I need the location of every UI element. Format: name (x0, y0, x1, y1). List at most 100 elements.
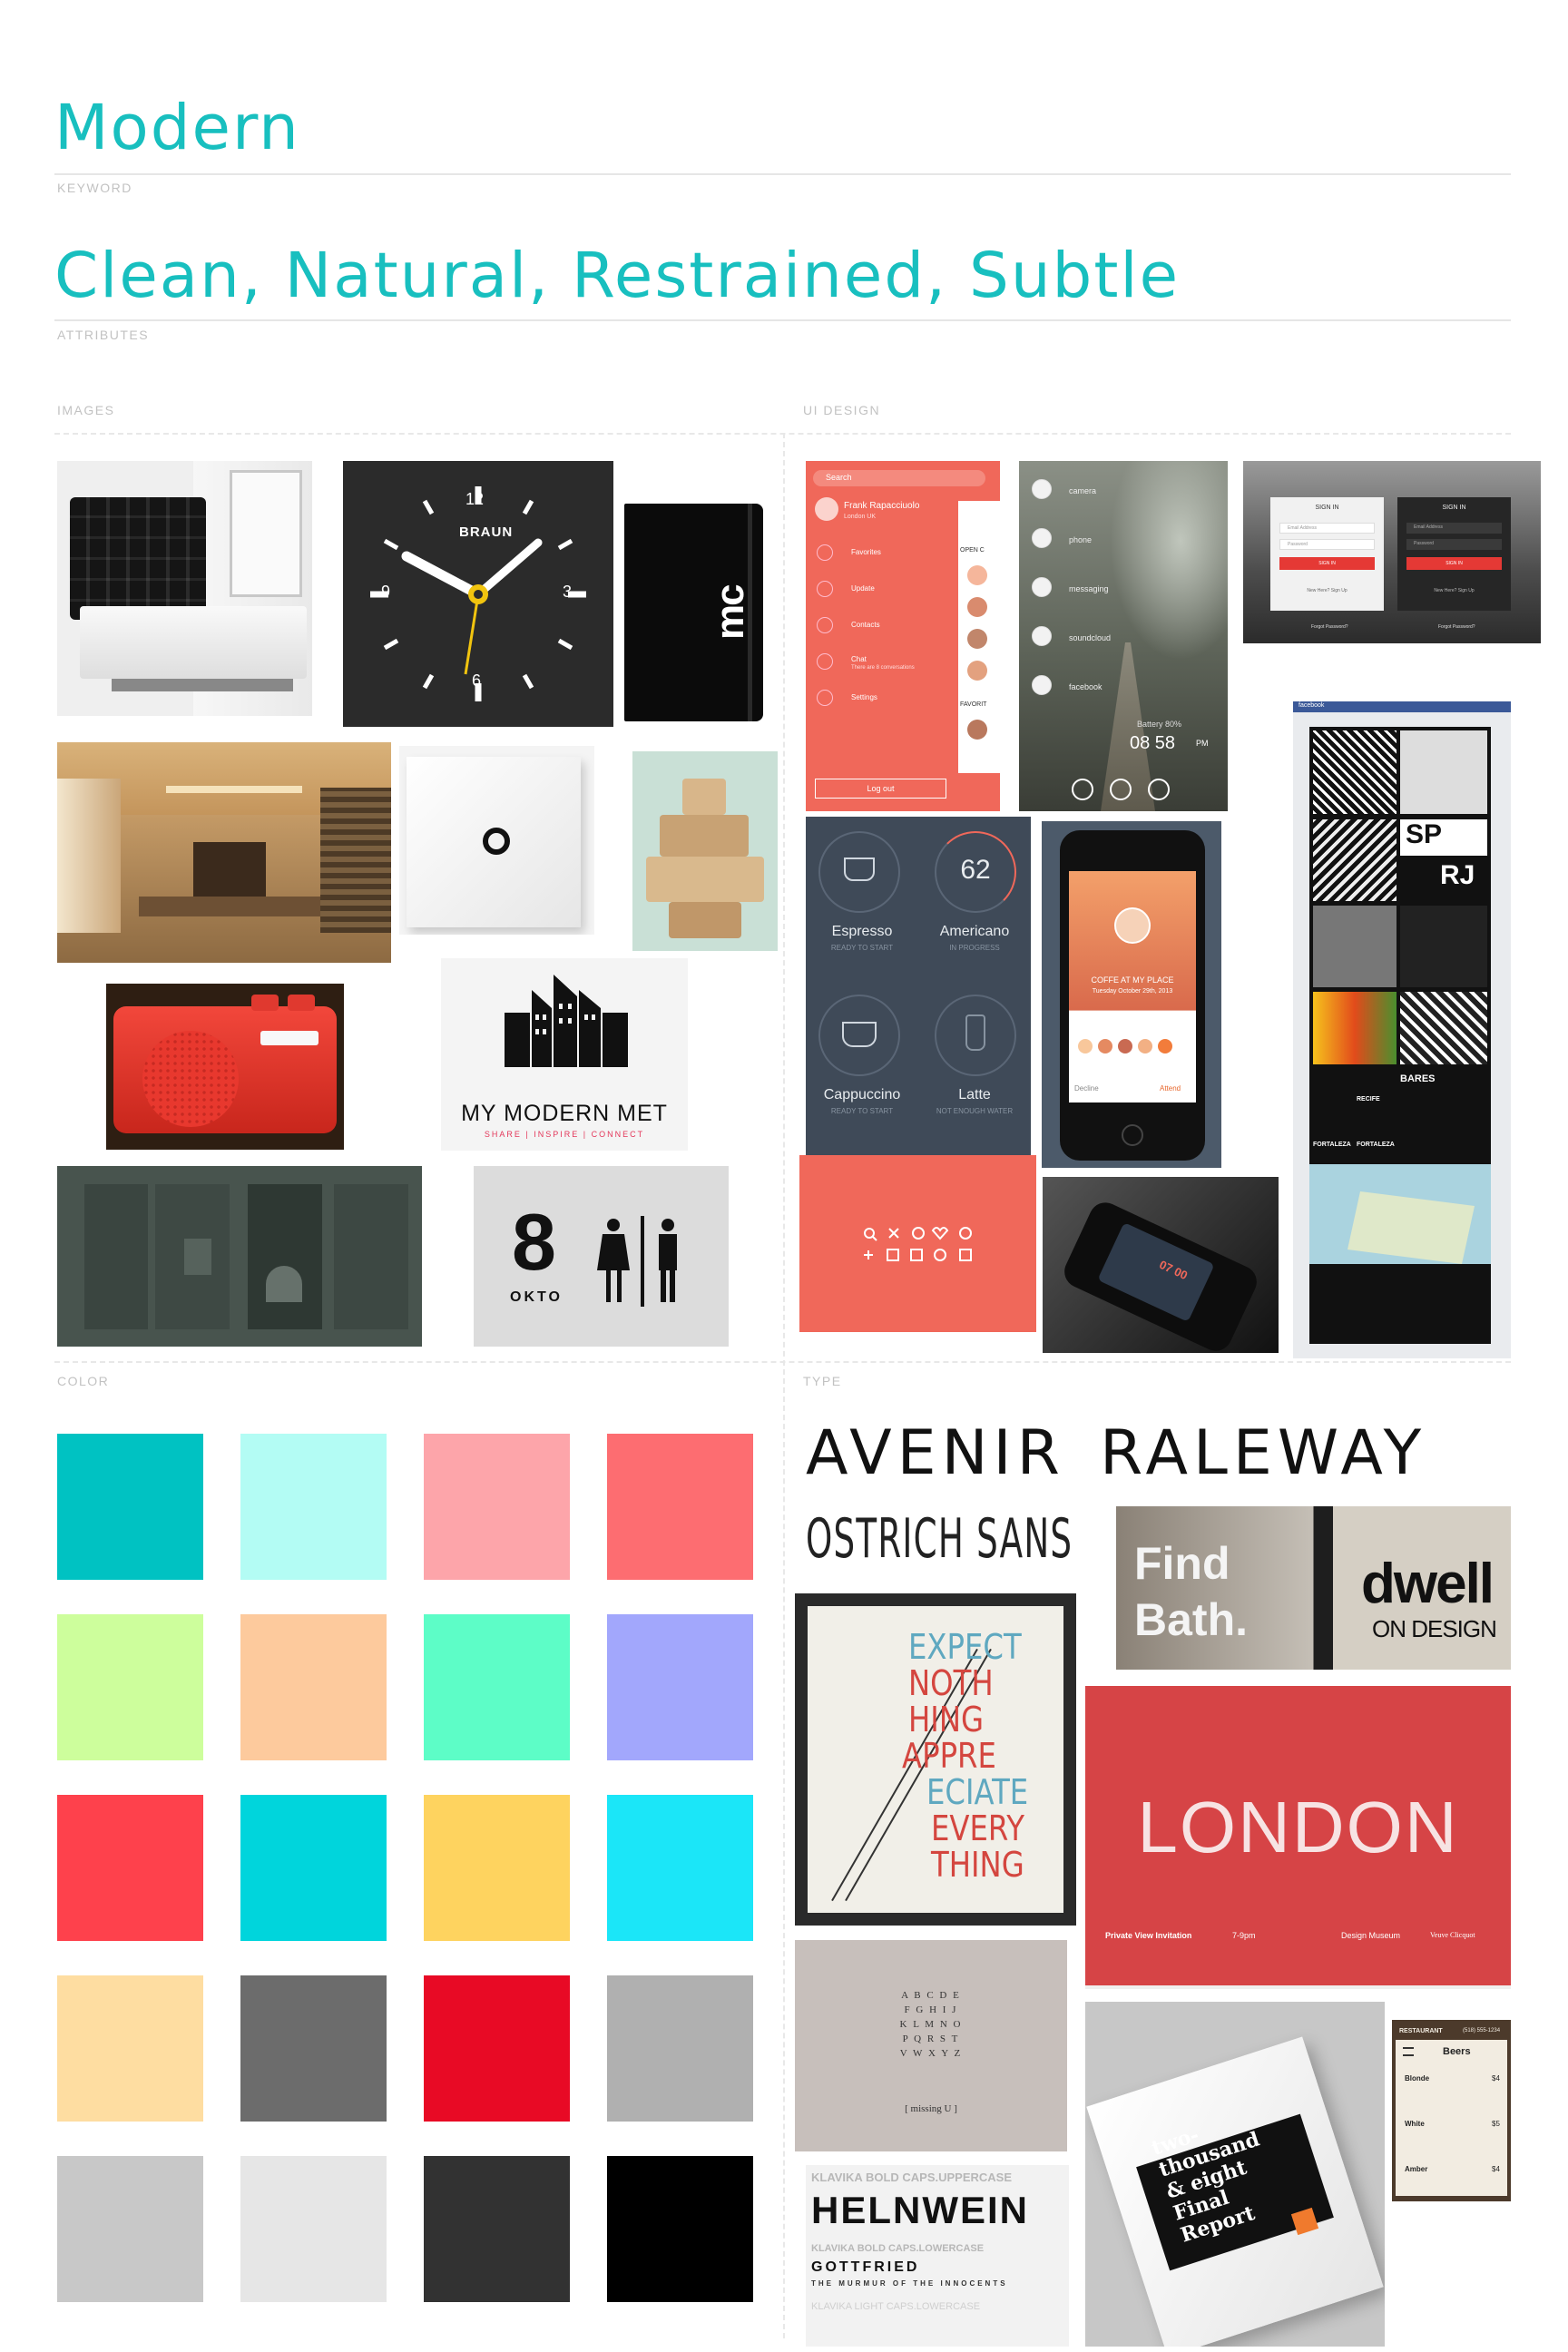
forest-item-camera[interactable]: camera (1069, 486, 1096, 495)
fb-label-fortaleza-1: FORTALEZA (1313, 1142, 1351, 1148)
type-ostrich-sans: OSTRICH SANS (806, 1507, 1073, 1571)
alphabet-row: F G H I J (904, 2004, 958, 2015)
signin-card-light: SIGN IN Email Address Password SIGN IN N… (1270, 497, 1384, 611)
image-wood-shelves (632, 751, 778, 951)
alphabet-row: P Q R S T (902, 2034, 960, 2044)
ui-iphone-event: COFFE AT MY PLACE Tuesday October 29th, … (1042, 821, 1221, 1168)
find-bath-line1: Find (1134, 1538, 1230, 1589)
color-swatch (607, 1434, 753, 1580)
divider-middle (54, 1361, 1511, 1363)
forest-item-soundcloud[interactable]: soundcloud (1069, 633, 1111, 642)
drink-name-cappuccino: Cappuccino (823, 1087, 901, 1102)
color-swatch (424, 1795, 570, 1941)
fb-header: facebook (1293, 701, 1511, 712)
menu-item-contacts[interactable]: Contacts (851, 621, 880, 629)
signin-new-dark[interactable]: New Here? Sign Up (1397, 588, 1511, 593)
ui-facebook-page: facebook SP RJ BARES RECIFE FORTALEZA FO… (1293, 701, 1511, 1358)
drink-status-espresso: READY TO START (830, 944, 894, 952)
image-red-radio (106, 984, 344, 1150)
user-icon[interactable] (1148, 779, 1170, 800)
helnwein-cap1: KLAVIKA BOLD CAPS.UPPERCASE (811, 2171, 1013, 2184)
color-swatch (57, 1795, 203, 1941)
color-swatch (240, 1795, 387, 1941)
signin-button-dark[interactable]: SIGN IN (1406, 557, 1502, 570)
color-swatch (424, 1614, 570, 1760)
color-swatch (240, 1975, 387, 2122)
menu-logout-button[interactable]: Log out (815, 779, 946, 799)
clock-9: 9 (381, 583, 391, 601)
helnwein-sub: THE MURMUR OF THE INNOCENTS (811, 2279, 1008, 2288)
poster-line: NOTH (908, 1663, 994, 1703)
drink-name-espresso: Espresso (831, 924, 893, 939)
chat-icon (817, 653, 833, 670)
signin-email-light[interactable]: Email Address (1279, 523, 1375, 534)
hamburger-icon[interactable] (1403, 2047, 1414, 2056)
helnwein-cap2: KLAVIKA BOLD CAPS.LOWERCASE (811, 2243, 985, 2254)
poster-line: HING (908, 1700, 985, 1740)
soundcloud-icon[interactable] (1032, 626, 1052, 646)
signin-new-light[interactable]: New Here? Sign Up (1270, 588, 1384, 593)
color-swatch (57, 1434, 203, 1580)
color-swatch (240, 2156, 387, 2302)
cappuccino-cup-icon (842, 1022, 877, 1047)
color-swatch (240, 1614, 387, 1760)
type-raleway: RALEWAY (1100, 1417, 1427, 1489)
image-white-box (399, 746, 594, 935)
forest-item-messaging[interactable]: messaging (1069, 584, 1109, 593)
forest-item-phone[interactable]: phone (1069, 535, 1092, 544)
attributes-title: Clean, Natural, Restrained, Subtle (54, 240, 1181, 312)
london-brand: Veuve Clicquot (1430, 1931, 1475, 1939)
home-icon[interactable] (1110, 779, 1132, 800)
logo-title: MY MODERN MET (461, 1101, 668, 1126)
signin-forgot-light[interactable]: Forgot Password? (1311, 624, 1348, 630)
fb-label-fortaleza-2: FORTALEZA (1357, 1142, 1395, 1148)
camera-round-icon[interactable] (1072, 779, 1093, 800)
image-braun-clock: BRAUN 12 3 6 9 (343, 461, 613, 727)
type-find-bath-dwell: Find Bath. dwell ON DESIGN (1116, 1506, 1511, 1670)
camera-icon[interactable] (1032, 479, 1052, 499)
color-swatch (607, 2156, 753, 2302)
home-button[interactable] (1122, 1124, 1143, 1146)
menu-item-settings[interactable]: Settings (851, 693, 877, 701)
heart-icon (817, 544, 833, 561)
section-label-images: IMAGES (57, 403, 115, 417)
ui-coral-menu-app: Search Frank Rapacciuolo London UK Favor… (806, 461, 1000, 811)
latte-glass-icon (965, 1014, 985, 1051)
helnwein-big: HELNWEIN (811, 2189, 1029, 2231)
americano-temp: 62 (960, 855, 991, 885)
event-title: COFFE AT MY PLACE (1091, 975, 1174, 985)
facebook-icon[interactable] (1032, 675, 1052, 695)
signin-title-dark: SIGN IN (1442, 505, 1466, 511)
messaging-icon[interactable] (1032, 577, 1052, 597)
forest-item-facebook[interactable]: facebook (1069, 682, 1102, 691)
signin-button-light[interactable]: SIGN IN (1279, 557, 1375, 570)
beer-price-0: $4 (1492, 2074, 1500, 2082)
signin-email-dark[interactable]: Email Address (1406, 523, 1502, 534)
type-expect-nothing-poster: EXPECT NOTH HING APPRE ECIATE EVERY THING (795, 1593, 1076, 1926)
menu-search-field[interactable]: Search (813, 470, 985, 486)
signin-password-light[interactable]: Password (1279, 539, 1375, 550)
keyword-rule (54, 173, 1511, 175)
alphabet-row: A B C D E (901, 1990, 961, 2001)
color-swatch (607, 1614, 753, 1760)
keyword-label: KEYWORD (57, 181, 132, 195)
menu-item-chat[interactable]: Chat (851, 655, 867, 663)
menu-item-favorites[interactable]: Favorites (851, 548, 881, 556)
signin-forgot-dark[interactable]: Forgot Password? (1438, 624, 1475, 630)
color-swatch (424, 2156, 570, 2302)
settings-icon (817, 690, 833, 706)
drink-status-americano: IN PROGRESS (949, 944, 1000, 952)
icon-set-svg (864, 1227, 972, 1261)
color-swatch (240, 1434, 387, 1580)
beers-phone: (518) 555-1234 (1463, 2028, 1501, 2034)
clock-3: 3 (563, 583, 573, 601)
signin-password-dark[interactable]: Password (1406, 539, 1502, 550)
type-alphabet-card: A B C D E F G H I J K L M N O P Q R S T V W … (795, 1940, 1067, 2151)
beers-header: RESTAURANT (1399, 2028, 1443, 2034)
dwell-sub: ON DESIGN (1372, 1615, 1497, 1642)
event-decline[interactable]: Decline (1074, 1084, 1099, 1093)
menu-item-update[interactable]: Update (851, 584, 875, 593)
beer-price-2: $4 (1492, 2165, 1500, 2173)
event-accept[interactable]: Attend (1160, 1084, 1181, 1093)
phone-icon[interactable] (1032, 528, 1052, 548)
